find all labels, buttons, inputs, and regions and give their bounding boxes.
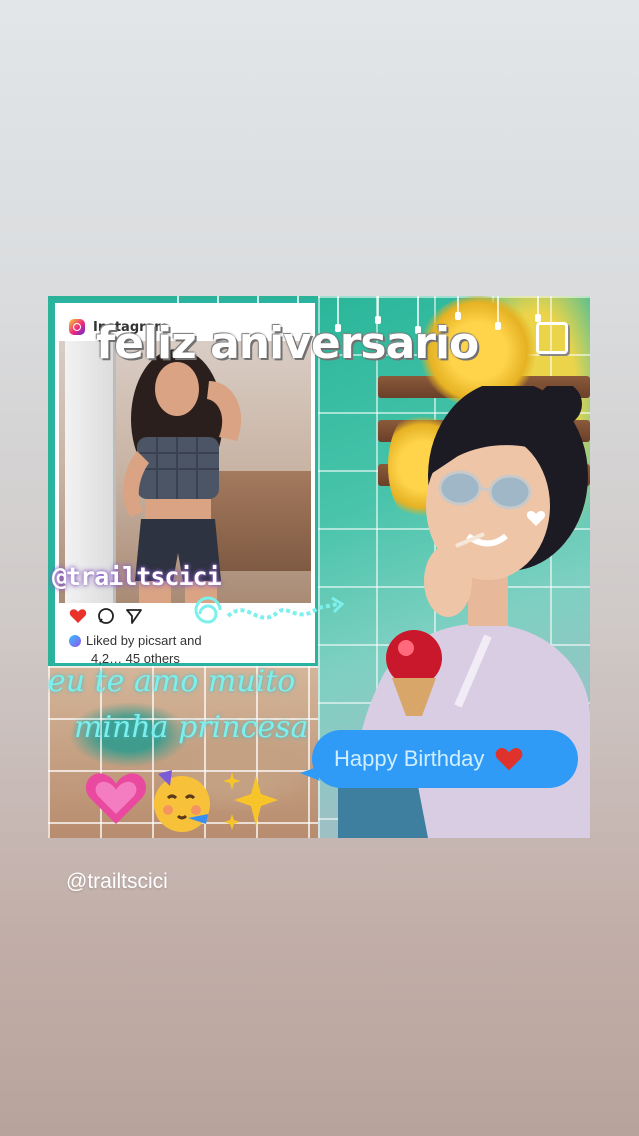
- partying-face-emoji: [154, 770, 210, 832]
- handle-overlay-text: @trailtscici: [52, 562, 222, 591]
- instagram-logo-icon: [69, 319, 85, 335]
- heart-icon[interactable]: [69, 608, 87, 624]
- script-text-line-1: eu te amo muito: [48, 664, 296, 699]
- comment-icon[interactable]: [97, 607, 115, 625]
- instagram-liked-by: Liked by picsart and: [69, 633, 202, 648]
- share-icon[interactable]: [125, 607, 143, 625]
- script-text-line-2: minha princesa: [74, 710, 309, 745]
- message-bubble-text: Happy Birthday: [334, 746, 485, 771]
- square-sticker: [536, 322, 568, 354]
- growing-heart-emoji: [85, 773, 147, 824]
- swirl-decoration: [194, 596, 345, 624]
- red-heart-icon: [496, 747, 523, 771]
- sparkles-emoji: [223, 772, 278, 830]
- instagram-action-bar: [69, 607, 143, 625]
- post-title: feliz aniversario: [96, 318, 479, 369]
- story-post-image: Instagram Liked by picsart and 4,2… 45 o…: [48, 296, 590, 838]
- story-mention-tag[interactable]: @trailtscici: [66, 870, 168, 894]
- liker-avatar: [69, 634, 81, 647]
- liked-by-text: Liked by picsart and: [86, 633, 202, 648]
- message-bubble: Happy Birthday: [312, 730, 578, 788]
